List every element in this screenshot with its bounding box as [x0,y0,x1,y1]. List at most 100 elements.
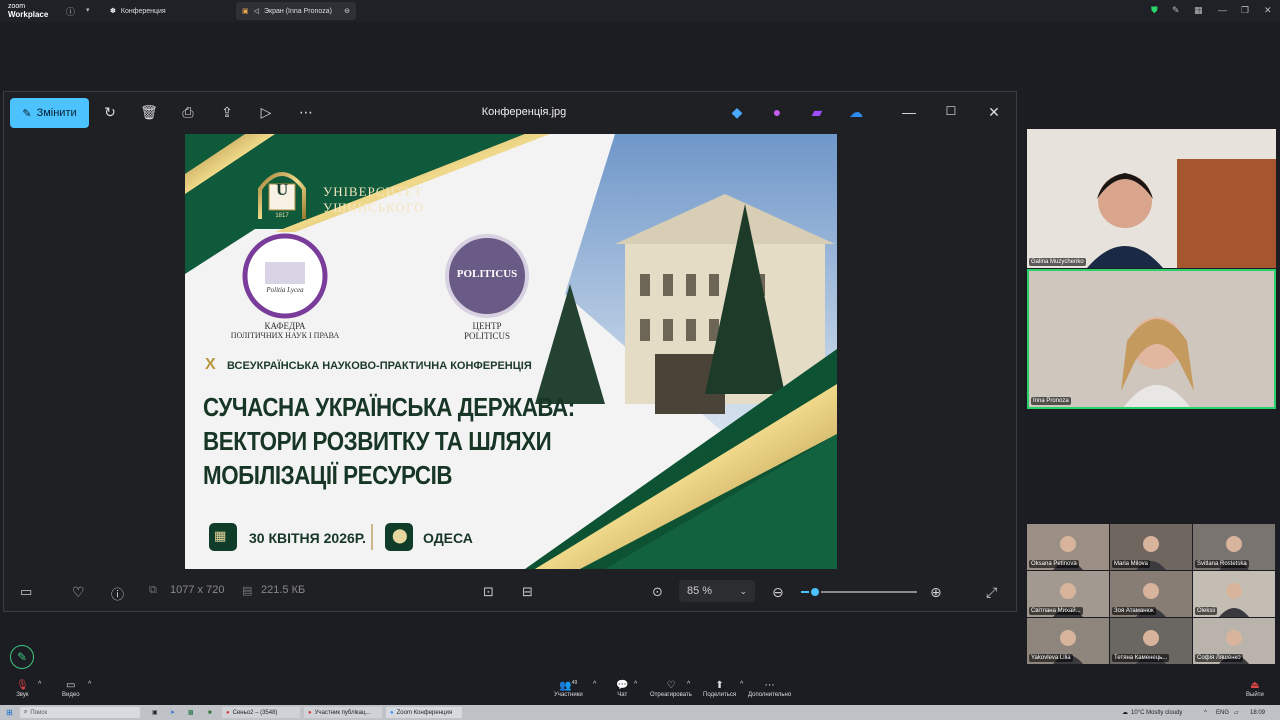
minimize-icon[interactable]: — [1218,5,1227,15]
chevron-down-icon[interactable]: ▾ [86,6,90,14]
telegram-icon[interactable]: ➤ [166,707,179,718]
react-chevron-icon[interactable]: ^ [687,681,690,688]
network-icon[interactable]: ▱ [1230,707,1243,718]
windows-taskbar: ⊞ ⌕ Поиск ▣ ➤ ▩ ■ ● Сеньо2 – (3548) ● Уч… [0,705,1280,720]
taskbar-app-browser[interactable]: ● Участник публікац... [304,707,382,718]
share-icon[interactable]: ⇪ [218,104,236,121]
taskbar-app-zoom[interactable]: ● Zoom Конференция [386,707,462,718]
zoom-out-icon[interactable]: ⊖ [772,584,784,601]
video-tile-small[interactable]: Тетяна Каменець... [1110,618,1192,664]
zoom-app-icon: ● [390,709,394,716]
close-icon[interactable]: ✕ [1264,5,1272,16]
video-button[interactable]: ▭ Видео [62,680,80,698]
weather-widget[interactable]: ☁ 10°C Mostly cloudy [1118,707,1186,718]
participant-name: Тетяна Каменець... [1112,654,1170,662]
participants-chevron-icon[interactable]: ^ [593,681,596,688]
chat-button[interactable]: 💬 Чат [616,680,628,698]
conference-title: СУЧАСНА УКРАЇНСЬКА ДЕРЖАВА: ВЕКТОРИ РОЗВ… [203,390,575,492]
zoom-slider[interactable] [801,586,917,598]
university-logo-letter: U [276,180,289,199]
audio-options-chevron-icon[interactable]: ^ [38,681,41,688]
audio-button[interactable]: 🎙 Звук [16,680,29,698]
tab-screen-share[interactable]: ▣ ◁ Экран (Inna Pronoza) ⊖ [236,2,356,20]
designer-icon[interactable]: ◆ [728,104,746,121]
video-tile-small[interactable]: Oleksii [1193,571,1275,617]
taskbar-app-chrome[interactable]: ● Сеньо2 – (3548) [222,707,300,718]
leave-button[interactable]: ⏏ Выйти [1246,680,1264,698]
slideshow-icon[interactable]: ▷ [257,104,275,121]
print-icon[interactable]: ⎙ [179,104,197,121]
clipchamp-icon[interactable]: ▰ [808,104,826,121]
tray-chevron-icon[interactable]: ^ [1200,707,1211,718]
taskbar-search[interactable]: ⌕ Поиск [20,707,140,718]
share-chevron-icon[interactable]: ^ [740,681,743,688]
participant-name: Oksana Petinova [1029,560,1079,568]
windows-start-icon[interactable]: ⊞ [2,707,17,718]
task-view-icon[interactable]: ▣ [148,707,162,718]
delete-icon[interactable]: 🗑 [140,104,158,121]
participant-name: Світлана Михай... [1029,607,1083,615]
clock[interactable]: 18:09 [1246,707,1269,718]
onedrive-icon[interactable]: ☁ [847,104,865,121]
favorite-heart-icon[interactable]: ♡ [72,584,85,601]
info-icon[interactable]: ⓘ [66,5,75,18]
video-tile-small[interactable]: Svitlana Rostetska [1193,524,1275,570]
cloud-icon: ☁ [1122,710,1128,716]
people-icon: 👥49 [559,680,578,692]
text-scan-icon[interactable]: ⊟ [522,584,533,600]
rotate-icon[interactable]: ↻ [101,104,119,121]
restore-icon[interactable]: ❐ [1241,5,1249,16]
zoom-level-dropdown[interactable]: 85 % ⌄ [679,580,755,602]
filmstrip-icon[interactable]: ▭ [20,584,32,600]
crop-scan-icon[interactable]: ⊡ [483,584,494,600]
zoom-slider-thumb[interactable] [808,586,821,598]
search-icon: ⌕ [24,709,28,715]
file-size-icon: ▤ [242,585,253,597]
video-tile-small[interactable]: Oksana Petinova [1027,524,1109,570]
pen-icon[interactable]: ✎ [1172,5,1180,16]
participant-name: Galina Muzychenko [1029,258,1086,266]
participants-button[interactable]: 👥49 Участники [554,680,583,698]
window-close-icon[interactable]: ✕ [985,104,1003,121]
video-options-chevron-icon[interactable]: ^ [88,681,91,688]
more-icon[interactable]: ⋯ [297,104,315,121]
zoom-in-icon[interactable]: ⊕ [930,584,942,601]
dimensions-icon: ⧉ [149,584,157,596]
actual-size-icon[interactable]: ⊙ [652,584,663,600]
file-size: 221.5 КБ [261,584,306,596]
video-tile-large-active-speaker[interactable]: Inna Pronoza [1027,269,1276,409]
react-button[interactable]: ♡ Отреагировать [650,680,692,698]
video-feed [1027,129,1276,268]
annotate-pen-button[interactable]: ✎ [10,645,34,669]
window-maximize-icon[interactable]: ☐ [942,104,960,118]
camera-icon: ▭ [66,680,76,691]
university-name-line2: УШИНСЬКОГО [323,200,425,215]
fullscreen-icon[interactable]: ⤢ [986,584,997,601]
video-tile-small[interactable]: Yakovleva Lilia [1027,618,1109,664]
file-info-icon[interactable]: ⓘ [111,584,124,603]
more-button[interactable]: ⋯ Дополнительно [748,680,791,698]
copilot-icon[interactable]: ● [768,104,786,120]
video-tile-small[interactable]: Maria Milova [1110,524,1192,570]
window-minimize-icon[interactable]: — [900,104,918,120]
video-tile-small[interactable]: Світлана Михай... [1027,571,1109,617]
conference-number: X [205,356,216,373]
tab-meeting[interactable]: ✽ Конференция [104,2,172,20]
video-tile-small[interactable]: Зоя Атаманюк [1110,571,1192,617]
video-tile-small[interactable]: Софія Ляшенко [1193,618,1275,664]
video-tile-large[interactable]: Galina Muzychenko [1027,129,1276,268]
zoom-title-bar: zoom Workplace ⓘ ▾ ✽ Конференция ▣ ◁ Экр… [0,0,1280,22]
app-icon[interactable]: ■ [204,707,216,718]
gallery-icon[interactable]: ▦ [1194,5,1203,16]
photos-toolbar: ✎ Змінити ↻ 🗑 ⎙ ⇪ ▷ ⋯ Конференція.jpg ◆ … [4,92,1016,134]
close-tab-icon[interactable]: ⊖ [344,7,350,15]
participant-name: Inna Pronoza [1031,397,1071,405]
excel-icon[interactable]: ▩ [184,707,198,718]
center-line2: POLITICUS [463,331,510,341]
conference-title-line2: ВЕКТОРИ РОЗВИТКУ ТА ШЛЯХИ [203,426,552,456]
share-screen-button[interactable]: ⬆ Поделиться [703,680,736,698]
politicus-logo-text: POLITICUS [456,268,518,280]
department-logo-text: Politia Lycea [266,286,304,294]
edit-button[interactable]: ✎ Змінити [10,98,89,128]
chat-chevron-icon[interactable]: ^ [634,681,637,688]
